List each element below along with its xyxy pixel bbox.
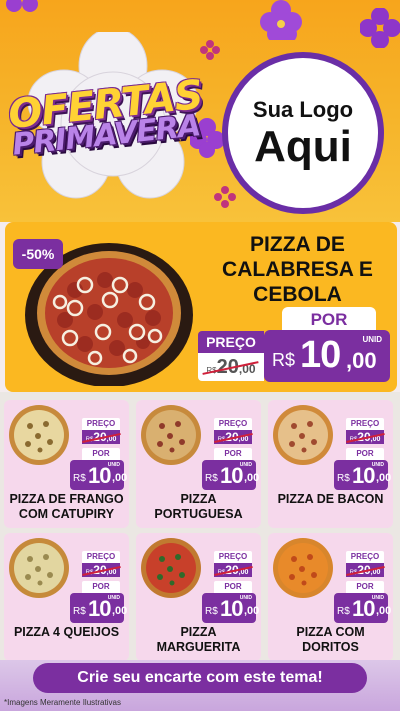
flower-icon [360, 8, 400, 48]
new-price-value: 10 [88, 596, 112, 621]
pizza-image [9, 538, 69, 598]
create-flyer-button[interactable]: Crie seu encarte com este tema! [33, 663, 367, 693]
new-price: UNID R$ 10,00 [70, 460, 128, 490]
pizza-image [141, 538, 201, 598]
new-price-currency: R$ [337, 606, 350, 617]
new-price: UNID R$ 10,00 [202, 593, 260, 623]
old-price: R$20,00 [82, 430, 120, 444]
old-price: R$20,00 [82, 563, 120, 577]
new-price-cents: ,00 [112, 472, 128, 484]
new-price-currency: R$ [337, 473, 350, 484]
logo-text-line2: Aqui [254, 122, 352, 171]
new-price-cents: ,00 [376, 605, 392, 617]
pizza-image [141, 405, 201, 465]
new-price-value: 10 [352, 463, 376, 488]
new-price: UNID R$ 10,00 [70, 593, 128, 623]
new-price: UNID R$ 10 ,00 [264, 330, 390, 382]
product-card[interactable]: PREÇO R$20,00 POR UNID R$ 10,00 PIZZA MARGUERI… [136, 533, 261, 661]
product-name: PIZZA 4 QUEIJOS [13, 625, 120, 639]
new-price-currency: R$ [272, 350, 296, 370]
new-price-value: 10 [88, 463, 112, 488]
old-price-cents: ,00 [238, 569, 249, 576]
old-price-value: 20 [357, 430, 371, 444]
product-card[interactable]: PREÇO R$20,00 POR UNID R$ 10,00 PIZZA DE BACON [268, 400, 393, 528]
logo-text-line1: Sua Logo [252, 97, 354, 122]
product-name: PIZZA DE BACON [277, 492, 384, 506]
product-card[interactable]: PREÇO R$20,00 POR UNID R$ 10,00 PIZZA COM DORI… [268, 533, 393, 661]
por-label: POR [214, 448, 252, 460]
pizza-image [273, 538, 333, 598]
flower-icon [214, 186, 236, 208]
disclaimer-text: *Imagens Meramente Ilustrativas [4, 698, 121, 707]
old-price-value: 20 [93, 563, 107, 577]
old-price-cents: ,00 [370, 569, 381, 576]
old-price: R$20,00 [346, 430, 384, 444]
unid-label: UNID [362, 335, 382, 344]
por-label: POR [346, 448, 384, 460]
old-price-value: 20 [357, 563, 371, 577]
pizza-image [9, 405, 69, 465]
flower-icon [260, 0, 302, 40]
new-price: UNID R$ 10,00 [334, 593, 392, 623]
new-price-cents: ,00 [112, 605, 128, 617]
old-price-cents: ,00 [370, 436, 381, 443]
new-price-cents: ,00 [244, 472, 260, 484]
por-label: POR [82, 581, 120, 593]
product-card[interactable]: PREÇO R$20,00 POR UNID R$ 10,00 PIZZA 4 QUEIJO… [4, 533, 129, 661]
discount-badge: -50% [13, 239, 63, 269]
new-price: UNID R$ 10,00 [202, 460, 260, 490]
product-card[interactable]: PREÇO R$20,00 POR UNID R$ 10,00 PIZZA PORTUGUE… [136, 400, 261, 528]
old-price: R$20,00 [346, 563, 384, 577]
new-price-currency: R$ [73, 473, 86, 484]
old-price-cents: ,00 [106, 569, 117, 576]
flower-icon [200, 40, 220, 60]
product-name: PIZZA COM DORITOS [296, 625, 365, 654]
product-name: PIZZA MARGUERITA [156, 625, 241, 654]
product-name: PIZZA PORTUGUESA [154, 492, 243, 521]
old-price-cents: ,00 [238, 436, 249, 443]
new-price-value: 10 [352, 596, 376, 621]
new-price: UNID R$ 10,00 [334, 460, 392, 490]
old-price-cents: ,00 [238, 361, 256, 376]
old-price: R$20,00 [214, 430, 252, 444]
new-price-cents: ,00 [244, 605, 260, 617]
old-price-cents: ,00 [106, 436, 117, 443]
new-price-cents: ,00 [346, 348, 377, 373]
product-name: PIZZA DE FRANGO COM CATUPIRY [9, 492, 124, 521]
header-banner: OFERTAS da PRIMAVERA Sua Logo Aqui [0, 0, 400, 222]
new-price-value: 10 [220, 596, 244, 621]
logo-placeholder[interactable]: Sua Logo Aqui [222, 52, 384, 214]
product-card[interactable]: PREÇO R$20,00 POR UNID R$ 10,00 PIZZA DE FRANG… [4, 400, 129, 528]
flower-icon [6, 0, 38, 12]
featured-product-name: PIZZA DE CALABRESA E CEBOLA [222, 233, 373, 307]
old-price-value: 20 [216, 355, 239, 378]
new-price-currency: R$ [205, 473, 218, 484]
old-price-value: 20 [225, 430, 239, 444]
new-price-currency: R$ [73, 606, 86, 617]
new-price-value: 10 [300, 334, 341, 376]
old-price-currency: R$ [206, 365, 217, 375]
old-price: R$20,00 [214, 563, 252, 577]
por-label: POR [214, 581, 252, 593]
preco-label: PREÇO [198, 331, 264, 353]
por-label: POR [346, 581, 384, 593]
new-price-cents: ,00 [376, 472, 392, 484]
old-price: R$20,00 [198, 353, 264, 381]
new-price-currency: R$ [205, 606, 218, 617]
old-price-value: 20 [225, 563, 239, 577]
new-price-value: 10 [220, 463, 244, 488]
por-label: POR [82, 448, 120, 460]
pizza-image [273, 405, 333, 465]
old-price-value: 20 [93, 430, 107, 444]
